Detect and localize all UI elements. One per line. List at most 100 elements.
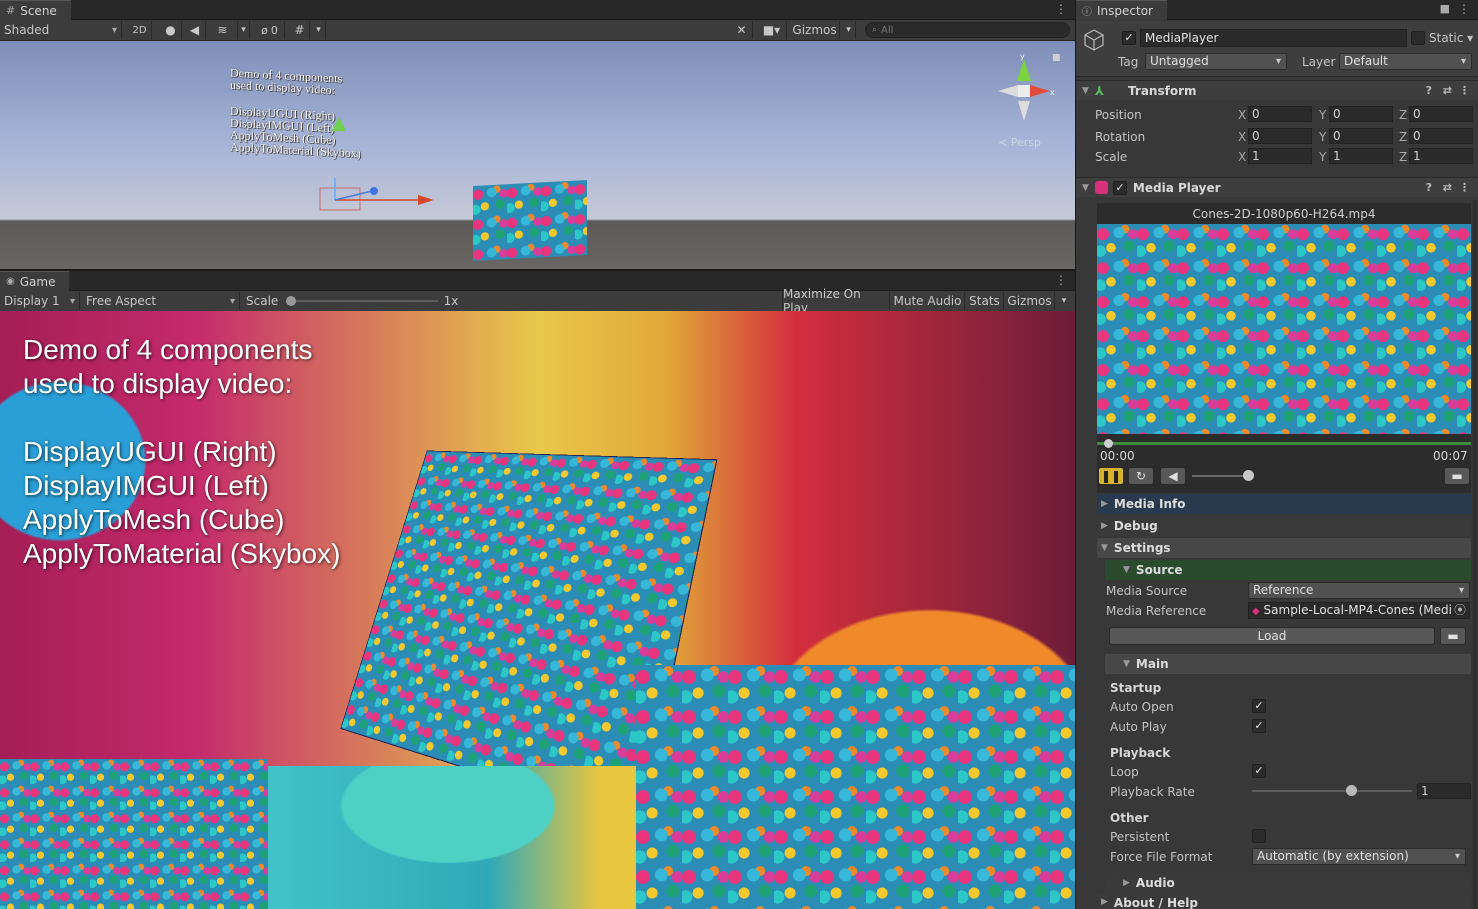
- volume-slider-track[interactable]: [1192, 475, 1250, 477]
- tools-icon[interactable]: ✕: [731, 21, 753, 39]
- transform-header[interactable]: ▼ ⅄ Transform ? ⇄ ⋮: [1076, 80, 1478, 100]
- aspect-label: Free Aspect: [86, 294, 157, 308]
- tag-dropdown[interactable]: Untagged: [1145, 53, 1287, 70]
- stats-label: Stats: [969, 294, 1000, 308]
- aspect-dropdown[interactable]: Free Aspect: [82, 292, 240, 310]
- scene-menu-icon[interactable]: ⋮: [1055, 2, 1067, 16]
- scene-gizmos-button[interactable]: Gizmos: [790, 21, 840, 39]
- about-help-foldout[interactable]: ▶ About / Help: [1097, 894, 1471, 909]
- camera-icon[interactable]: ■▾: [757, 21, 787, 39]
- media-reference-field[interactable]: ◆ Sample-Local-MP4-Cones (Medi ⦿: [1248, 602, 1470, 619]
- presets-icon[interactable]: ⇄: [1443, 181, 1452, 194]
- lighting-icon[interactable]: ●: [160, 21, 182, 39]
- volume-button[interactable]: ◀: [1160, 467, 1186, 485]
- game-gizmos-toggle[interactable]: Gizmos: [1005, 292, 1055, 310]
- media-player-enabled-checkbox[interactable]: ✓: [1112, 180, 1127, 195]
- help-icon[interactable]: ?: [1426, 181, 1432, 194]
- position-y-field[interactable]: 0: [1329, 106, 1393, 122]
- position-z-field[interactable]: 0: [1409, 106, 1473, 122]
- media-player-header[interactable]: ▼ ✓ Media Player ? ⇄ ⋮: [1076, 177, 1478, 197]
- timeline-track[interactable]: [1097, 442, 1471, 445]
- auto-play-checkbox[interactable]: ✓: [1252, 719, 1266, 733]
- scale-slider-track[interactable]: [290, 300, 438, 302]
- time-current: 00:00: [1100, 449, 1135, 463]
- settings-foldout[interactable]: ▼ Settings: [1097, 538, 1471, 558]
- gizmos-dropdown-icon[interactable]: ▾: [842, 21, 856, 39]
- object-name-input[interactable]: MediaPlayer: [1140, 29, 1407, 47]
- camera-gizmo-icon[interactable]: [332, 117, 346, 131]
- open-folder-button[interactable]: ▬: [1444, 467, 1470, 485]
- audio-foldout[interactable]: ▶ Audio: [1105, 873, 1471, 893]
- main-foldout[interactable]: ▼ Main: [1105, 654, 1471, 674]
- scene-video-quad[interactable]: [473, 180, 587, 261]
- inspector-scrollbar[interactable]: [1473, 200, 1477, 909]
- scale-z-field[interactable]: 1: [1409, 148, 1473, 164]
- debug-foldout[interactable]: ▶ Debug: [1097, 516, 1471, 536]
- persistent-checkbox[interactable]: [1252, 829, 1266, 843]
- 2d-toggle-button[interactable]: 2D: [128, 21, 152, 39]
- playback-rate-slider-handle[interactable]: [1346, 785, 1357, 796]
- scene-viewport[interactable]: Demo of 4 components used to display vid…: [0, 41, 1075, 269]
- playback-rate-slider-track[interactable]: [1252, 790, 1412, 792]
- display-dropdown[interactable]: Display 1: [0, 292, 80, 310]
- auto-open-checkbox[interactable]: ✓: [1252, 699, 1266, 713]
- effects-icon[interactable]: ≋: [208, 21, 238, 39]
- volume-slider-handle[interactable]: [1243, 470, 1254, 481]
- scale-x-field[interactable]: 1: [1248, 148, 1312, 164]
- position-x-field[interactable]: 0: [1248, 106, 1312, 122]
- tab-inspector[interactable]: ⓘ Inspector: [1076, 0, 1167, 20]
- loop-checkbox[interactable]: ✓: [1252, 764, 1266, 778]
- media-player-menu-icon[interactable]: ⋮: [1459, 181, 1470, 194]
- tab-game[interactable]: ◉ Game: [0, 271, 70, 291]
- browse-folder-button[interactable]: ▬: [1440, 627, 1466, 645]
- hidden-count: 0: [270, 23, 278, 37]
- media-info-foldout[interactable]: ▶ Media Info: [1097, 494, 1471, 514]
- scene-search-input[interactable]: ⌕ All: [865, 22, 1070, 38]
- loop-button[interactable]: ↻: [1128, 467, 1154, 485]
- rotation-x-field[interactable]: 0: [1248, 128, 1312, 144]
- tab-scene-label: Scene: [20, 3, 57, 18]
- rotation-z-field[interactable]: 0: [1409, 128, 1473, 144]
- foldout-arrow-icon: ▼: [1123, 659, 1130, 669]
- game-gizmos-dropdown-icon[interactable]: ▾: [1056, 292, 1072, 310]
- effects-dropdown-icon[interactable]: ▾: [238, 21, 250, 39]
- active-checkbox[interactable]: ✓: [1122, 31, 1136, 45]
- grid-toggle-icon[interactable]: #: [290, 21, 310, 39]
- scale-y-field[interactable]: 1: [1329, 148, 1393, 164]
- static-checkbox[interactable]: [1411, 31, 1425, 45]
- media-source-dropdown[interactable]: Reference: [1248, 582, 1470, 599]
- pause-button[interactable]: ❚❚: [1098, 467, 1124, 485]
- playback-rate-field[interactable]: 1: [1417, 783, 1471, 799]
- scene-visibility-button[interactable]: ø0: [255, 21, 285, 39]
- lock-icon[interactable]: ■: [1052, 53, 1061, 63]
- timeline-handle[interactable]: [1104, 439, 1113, 448]
- mute-audio-toggle[interactable]: Mute Audio: [891, 292, 965, 310]
- scale-slider-handle[interactable]: [286, 296, 296, 306]
- force-file-format-dropdown[interactable]: Automatic (by extension): [1252, 848, 1466, 865]
- source-foldout[interactable]: ▼ Source: [1105, 560, 1471, 580]
- grid-dropdown-icon[interactable]: ▾: [312, 21, 326, 39]
- rotation-y-field[interactable]: 0: [1329, 128, 1393, 144]
- layer-dropdown[interactable]: Default: [1339, 53, 1472, 70]
- inspector-lock-icon[interactable]: ■: [1440, 2, 1450, 15]
- static-dropdown[interactable]: Static ▾: [1429, 31, 1473, 45]
- game-viewport[interactable]: Demo of 4 components used to display vid…: [0, 311, 1075, 909]
- tab-scene[interactable]: # Scene: [0, 0, 71, 20]
- orientation-gizmo[interactable]: y x: [992, 53, 1056, 125]
- move-tool-gizmo[interactable]: [310, 176, 440, 216]
- presets-icon[interactable]: ⇄: [1443, 84, 1452, 97]
- transform-menu-icon[interactable]: ⋮: [1459, 84, 1470, 97]
- persp-label[interactable]: ≺ Persp: [998, 136, 1041, 149]
- gameobject-cube-icon[interactable]: [1083, 28, 1105, 52]
- help-icon[interactable]: ?: [1426, 84, 1432, 97]
- shading-mode-dropdown[interactable]: Shaded: [0, 21, 122, 39]
- stats-toggle[interactable]: Stats: [966, 292, 1004, 310]
- audio-icon[interactable]: ◀: [184, 21, 206, 39]
- object-picker-icon[interactable]: ⦿: [1454, 603, 1466, 618]
- load-button[interactable]: Load: [1109, 627, 1435, 645]
- video-preview[interactable]: [1097, 224, 1471, 434]
- scale-label-transform: Scale: [1095, 150, 1128, 164]
- game-menu-icon[interactable]: ⋮: [1055, 273, 1067, 287]
- maximize-on-play-toggle[interactable]: Maximize On Play: [782, 287, 890, 315]
- inspector-menu-icon[interactable]: ⋮: [1458, 2, 1470, 16]
